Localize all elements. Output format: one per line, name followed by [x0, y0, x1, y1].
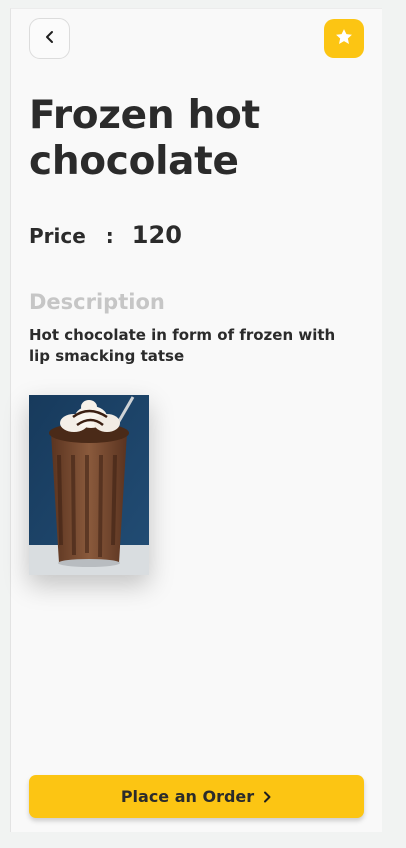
description-text: Hot chocolate in form of frozen with lip… — [29, 326, 336, 365]
favorite-button[interactable] — [324, 19, 364, 58]
screen: Frozen hot chocolate Price : 120 Descrip… — [10, 8, 382, 832]
price-value: 120 — [131, 221, 182, 249]
place-order-label: Place an Order — [120, 787, 255, 806]
chevron-right-icon — [262, 791, 272, 803]
back-button[interactable] — [29, 18, 70, 59]
product-image — [29, 395, 149, 575]
price-row: Price : 120 — [29, 221, 182, 249]
price-separator: : — [105, 224, 114, 248]
star-icon — [334, 27, 354, 51]
description-heading: Description — [29, 290, 165, 314]
place-order-button[interactable]: Place an Order — [29, 775, 364, 818]
price-label: Price — [29, 224, 86, 248]
product-title: Frozen hot chocolate — [29, 93, 260, 184]
chevron-left-icon — [43, 29, 57, 48]
